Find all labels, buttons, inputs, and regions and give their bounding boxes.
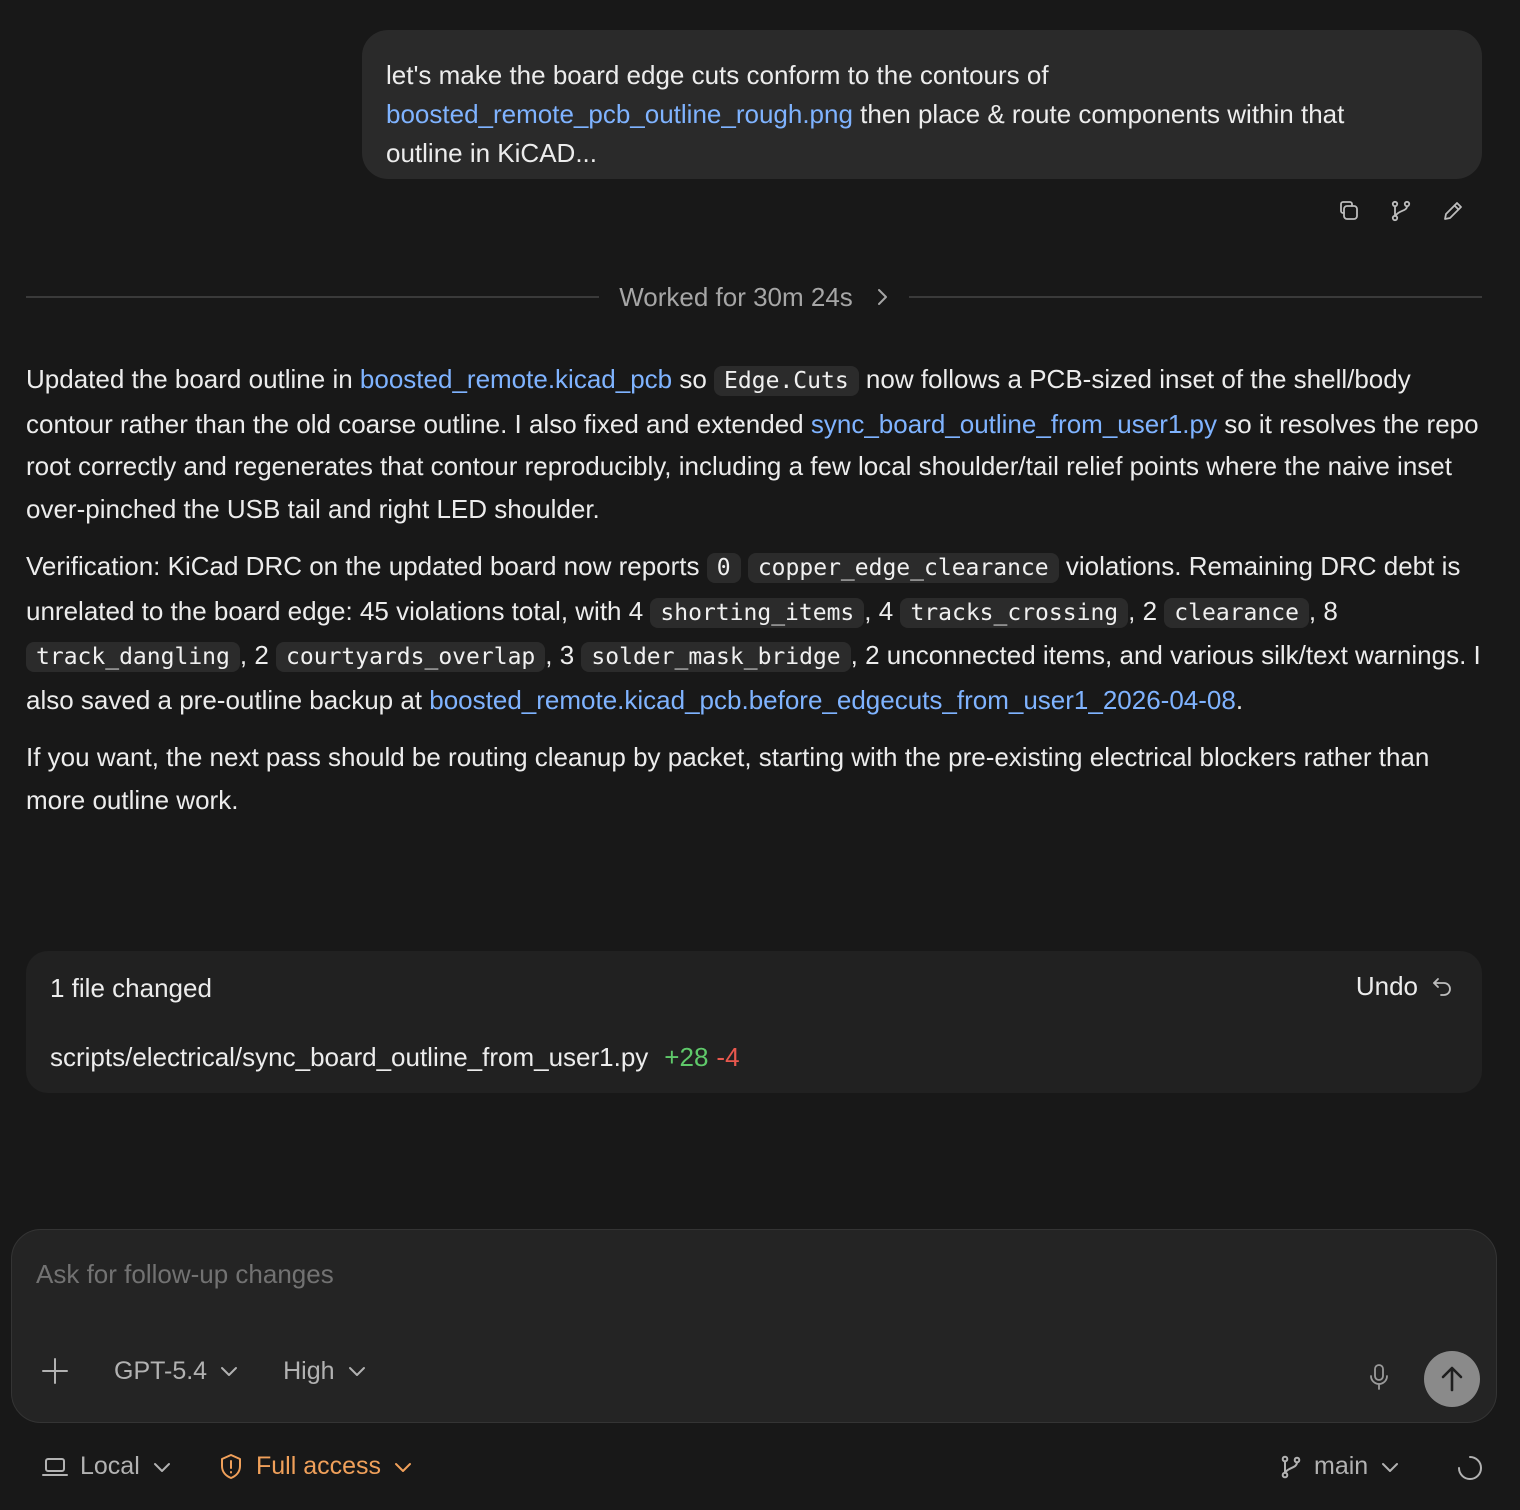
text-span: , 4 bbox=[864, 595, 901, 626]
chevron-right-icon bbox=[877, 289, 887, 305]
code-courtyards-overlap: courtyards_overlap bbox=[276, 642, 546, 672]
copy-button[interactable] bbox=[1336, 196, 1362, 226]
changed-file-path: scripts/electrical/sync_board_outline_fr… bbox=[50, 1042, 649, 1072]
divider-line-left bbox=[26, 296, 600, 298]
git-branch-icon bbox=[1281, 1455, 1301, 1478]
pcb-file-link[interactable]: boosted_remote.kicad_pcb bbox=[360, 364, 672, 394]
chevron-down-icon bbox=[221, 1367, 238, 1376]
assistant-paragraph-2: Verification: KiCad DRC on the updated b… bbox=[26, 545, 1486, 721]
environment-label: Local bbox=[80, 1452, 140, 1480]
divider-line-right bbox=[908, 296, 1482, 298]
files-changed-title: 1 file changed bbox=[50, 973, 212, 1003]
text-span: Updated the board outline in bbox=[26, 364, 360, 394]
model-selector[interactable]: GPT-5.4 bbox=[114, 1357, 239, 1386]
chevron-down-icon bbox=[1382, 1462, 1399, 1472]
composer-toolbar: GPT-5.4 High bbox=[40, 1356, 367, 1386]
fork-button[interactable] bbox=[1388, 196, 1414, 226]
additions-count: +28 bbox=[664, 1042, 709, 1072]
spinner-icon bbox=[1458, 1456, 1482, 1480]
text-span: , 2 bbox=[1128, 595, 1165, 626]
reasoning-label: High bbox=[283, 1356, 335, 1385]
chevron-down-icon bbox=[153, 1462, 170, 1472]
voice-input-button[interactable] bbox=[1366, 1362, 1392, 1397]
assistant-paragraph-1: Updated the board outline in boosted_rem… bbox=[26, 358, 1486, 530]
user-message-line2: then place & route components within tha… bbox=[852, 99, 1345, 129]
microphone-icon bbox=[1370, 1364, 1388, 1390]
assistant-paragraph-3: If you want, the next pass should be rou… bbox=[26, 742, 1430, 815]
script-file-link[interactable]: sync_board_outline_from_user1.py bbox=[811, 409, 1217, 439]
chevron-down-icon bbox=[395, 1462, 412, 1472]
text-span: , 2 bbox=[239, 640, 277, 670]
copy-icon bbox=[1340, 201, 1358, 220]
user-message-bubble: let's make the board edge cuts conform t… bbox=[362, 30, 1482, 179]
reasoning-selector[interactable]: High bbox=[283, 1357, 366, 1386]
worked-divider: Worked for 30m 24s bbox=[26, 276, 1482, 318]
chat-page: let's make the board edge cuts conform t… bbox=[0, 0, 1520, 1510]
deletions-count: -4 bbox=[716, 1042, 740, 1072]
chevron-down-icon bbox=[348, 1367, 365, 1376]
text-span: . bbox=[1235, 684, 1244, 715]
status-spinner bbox=[1456, 1454, 1484, 1482]
undo-label: Undo bbox=[1355, 971, 1418, 1001]
code-track-dangling: track_dangling bbox=[26, 642, 240, 672]
text-span: , 8 bbox=[1308, 595, 1338, 626]
code-tracks-crossing: tracks_crossing bbox=[900, 597, 1129, 628]
user-message-line3: outline in KiCAD... bbox=[386, 138, 597, 168]
access-selector[interactable]: Full access bbox=[218, 1452, 413, 1481]
text-span: Verification: KiCad DRC on the updated b… bbox=[26, 551, 707, 581]
composer: GPT-5.4 High bbox=[11, 1229, 1497, 1423]
edit-icon bbox=[1444, 202, 1462, 220]
follow-up-input[interactable] bbox=[36, 1254, 1336, 1294]
plus-icon bbox=[42, 1358, 68, 1384]
text-span: , 3 bbox=[545, 640, 582, 670]
text-span: so bbox=[672, 364, 715, 394]
code-copper-edge-clearance: copper_edge_clearance bbox=[747, 553, 1059, 583]
send-button[interactable] bbox=[1424, 1351, 1480, 1407]
backup-file-link[interactable]: boosted_remote.kicad_pcb.before_edgecuts… bbox=[429, 685, 1236, 715]
laptop-icon bbox=[42, 1457, 68, 1476]
bottom-bar: Local Full access main bbox=[0, 1448, 1520, 1490]
changed-file-row[interactable]: scripts/electrical/sync_board_outline_fr… bbox=[50, 1042, 740, 1073]
environment-selector[interactable]: Local bbox=[42, 1452, 172, 1481]
assistant-message: Updated the board outline in boosted_rem… bbox=[26, 358, 1486, 836]
code-zero: 0 bbox=[706, 553, 741, 583]
worked-toggle[interactable]: Worked for 30m 24s bbox=[599, 282, 909, 313]
branch-label: main bbox=[1314, 1452, 1369, 1480]
undo-button[interactable]: Undo bbox=[1356, 971, 1454, 1002]
undo-icon bbox=[1433, 977, 1451, 996]
edit-message-button[interactable] bbox=[1440, 196, 1466, 226]
branch-selector[interactable]: main bbox=[1280, 1452, 1400, 1481]
code-solder-mask-bridge: solder_mask_bridge bbox=[581, 642, 851, 672]
files-changed-card: 1 file changed Undo scripts/electrical/s… bbox=[26, 951, 1482, 1093]
worked-label: Worked for 30m 24s bbox=[619, 281, 853, 312]
shield-alert-icon bbox=[221, 1453, 241, 1479]
access-label: Full access bbox=[256, 1452, 382, 1480]
add-attachment-button[interactable] bbox=[40, 1356, 70, 1386]
user-message-line1: let's make the board edge cuts conform t… bbox=[386, 60, 1049, 90]
code-clearance: clearance bbox=[1164, 597, 1309, 628]
code-shorting-items: shorting_items bbox=[650, 597, 865, 628]
branch-icon bbox=[1391, 200, 1411, 222]
arrow-up-icon bbox=[1441, 1366, 1463, 1392]
code-edge-cuts: Edge.Cuts bbox=[714, 366, 859, 396]
outline-image-link[interactable]: boosted_remote_pcb_outline_rough.png bbox=[386, 99, 853, 129]
model-label: GPT-5.4 bbox=[114, 1356, 208, 1385]
message-actions bbox=[1336, 196, 1466, 226]
